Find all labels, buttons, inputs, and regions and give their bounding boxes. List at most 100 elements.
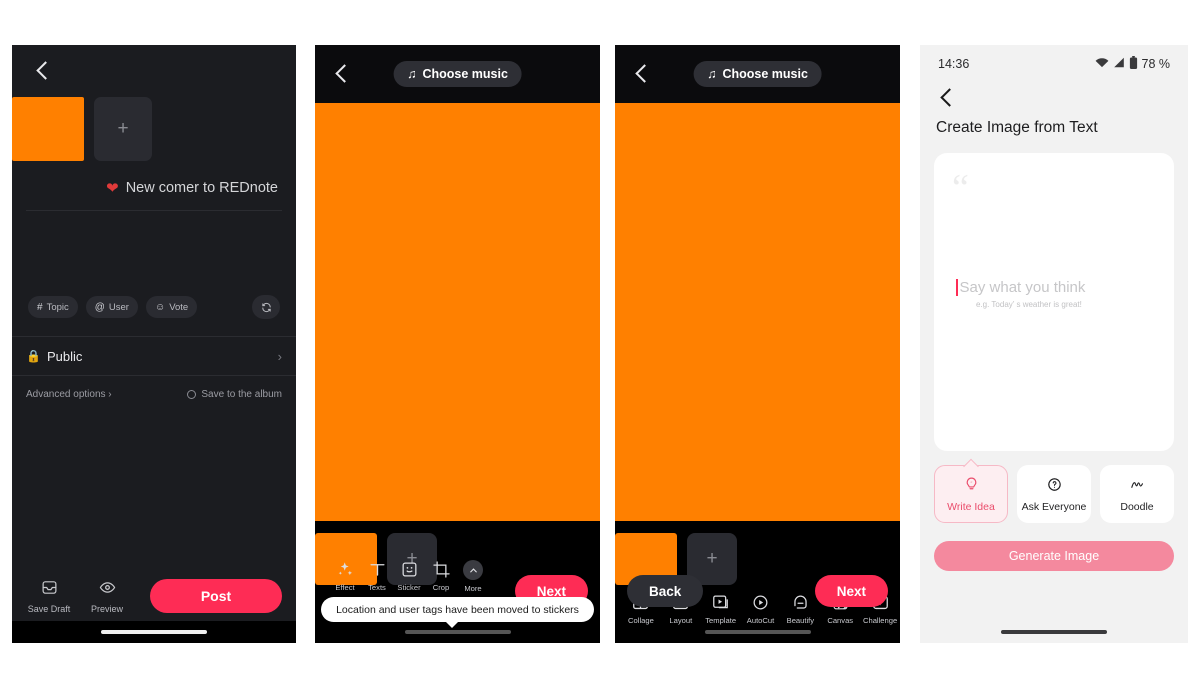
pill-vote-label: Vote [169,301,189,313]
note-title-text: New comer to REDnote [125,180,278,196]
tool-beautify-label: Beautify [786,616,815,625]
choose-music-label: Choose music [422,67,508,81]
preview-button[interactable]: Preview [84,579,130,614]
tool-texts-label: Texts [368,583,386,592]
tool-template[interactable]: Template [701,593,741,625]
back-chevron-icon[interactable] [331,63,353,85]
input-placeholder-group: Say what you think e.g. Today’ s weather… [956,279,1085,309]
tool-crop[interactable]: Crop [425,560,457,592]
advanced-options-row: Advanced options › Save to the album [12,376,296,412]
nav-base [12,621,296,643]
note-body-area[interactable] [12,211,296,295]
sticker-tooltip: Location and user tags have been moved t… [321,597,594,628]
vote-icon: ☺ [154,301,166,313]
ask-everyone-question-icon [1046,476,1063,496]
back-chevron-icon[interactable] [631,63,653,85]
home-indicator [1001,630,1107,634]
home-indicator [101,630,207,634]
pill-vote[interactable]: ☺ Vote [145,296,198,318]
pill-topic-label: Topic [46,301,69,313]
status-indicators: 78 % [1095,56,1171,72]
choose-music-label: Choose music [722,67,808,81]
refresh-icon[interactable] [252,295,280,319]
save-to-album-toggle[interactable]: Save to the album [187,389,282,400]
save-to-album-label: Save to the album [201,388,282,400]
panel-editor-creative: ♫ Choose music + Collage Layout Template… [615,45,900,643]
text-input-placeholder-row: Say what you think [956,279,1085,296]
tool-more-label: More [464,584,482,593]
option-doodle[interactable]: Doodle [1100,465,1174,523]
post-button[interactable]: Post [150,579,282,613]
back-chevron-icon[interactable] [32,60,54,82]
media-thumbnail[interactable] [12,97,84,161]
quick-insert-row: # Topic @ User ☺ Vote [12,295,296,319]
panel-editor-tools: ♫ Choose music + Location and user tags … [315,45,600,643]
pill-user[interactable]: @ User [85,296,138,318]
tool-layout-label: Layout [669,616,693,625]
option-ask-everyone[interactable]: Ask Everyone [1017,465,1091,523]
text-input-placeholder: Say what you think [959,279,1086,296]
battery-label: 78 % [1141,57,1171,71]
music-note-icon: ♫ [707,67,717,81]
tool-sticker-label: Sticker [397,583,421,592]
option-ask-everyone-label: Ask Everyone [1021,500,1087,513]
svg-text:“: “ [970,480,972,485]
home-indicator [404,630,511,634]
panel-create-image-from-text: 14:36 78 % Create Image from Text “ Say … [920,45,1188,643]
next-button[interactable]: Next [814,575,888,607]
quote-mark-icon: “ [952,167,969,209]
option-doodle-label: Doodle [1120,500,1154,513]
tool-texts[interactable]: Texts [361,560,393,592]
tool-beautify[interactable]: Beautify [780,593,820,625]
radio-circle-icon [187,389,197,399]
generate-image-button[interactable]: Generate Image [934,541,1174,571]
editor-canvas[interactable] [315,103,600,521]
tool-more[interactable]: More [457,560,489,593]
save-draft-button[interactable]: Save Draft [26,579,72,614]
lock-icon: 🔒 [26,349,41,363]
pill-user-label: User [108,301,129,313]
wifi-icon [1095,57,1109,71]
text-input-card[interactable]: “ Say what you think e.g. Today’ s weath… [934,153,1174,451]
visibility-label: Public [46,348,83,364]
option-write-idea-label: Write Idea [947,500,995,513]
back-chevron-icon[interactable] [936,87,958,109]
chevron-right-icon: › [277,348,282,364]
write-idea-bulb-icon: “ [963,476,980,496]
advanced-options-link[interactable]: Advanced options › [26,389,112,400]
panel2-lower-bar: + Location and user tags have been moved… [315,521,600,643]
pill-topic[interactable]: # Topic [28,296,78,318]
panel3-lower-bar: + Collage Layout Template AutoCut Beauti… [615,521,900,643]
editor-canvas[interactable] [615,103,900,521]
tool-effect-label: Effect [335,583,355,592]
chevron-up-more-icon [463,560,483,580]
status-bar: 14:36 78 % [920,45,1188,83]
battery-icon [1129,56,1138,72]
home-indicator [704,630,811,634]
choose-music-button[interactable]: ♫ Choose music [693,61,822,87]
tool-effect[interactable]: Effect [329,560,361,592]
tool-autocut-label: AutoCut [746,616,775,625]
status-time: 14:36 [938,57,970,71]
visibility-row[interactable]: 🔒 Public › [12,336,296,376]
panel-publish-note: + ❤ New comer to REDnote # Topic @ User … [12,45,296,643]
tool-autocut[interactable]: AutoCut [741,593,781,625]
save-draft-icon [41,579,58,601]
panel2-header: ♫ Choose music [315,45,600,103]
doodle-scribble-icon [1129,476,1146,496]
tool-sticker[interactable]: Sticker [393,560,425,592]
back-button[interactable]: Back [627,575,704,607]
note-title-row[interactable]: ❤ New comer to REDnote [12,179,296,197]
panel3-header: ♫ Choose music [615,45,900,103]
tool-crop-label: Crop [432,583,450,592]
mode-option-row: “ Write Idea Ask Everyone Doodle [920,451,1188,523]
tool-challenge-label: Challenge [862,616,898,625]
signal-icon [1113,57,1125,71]
save-draft-label: Save Draft [27,603,71,614]
text-caret [956,279,958,296]
add-media-button[interactable]: + [94,97,152,161]
option-write-idea[interactable]: “ Write Idea [934,465,1008,523]
choose-music-button[interactable]: ♫ Choose music [393,61,522,87]
hash-icon: # [37,301,43,313]
heart-icon: ❤ [106,180,119,197]
